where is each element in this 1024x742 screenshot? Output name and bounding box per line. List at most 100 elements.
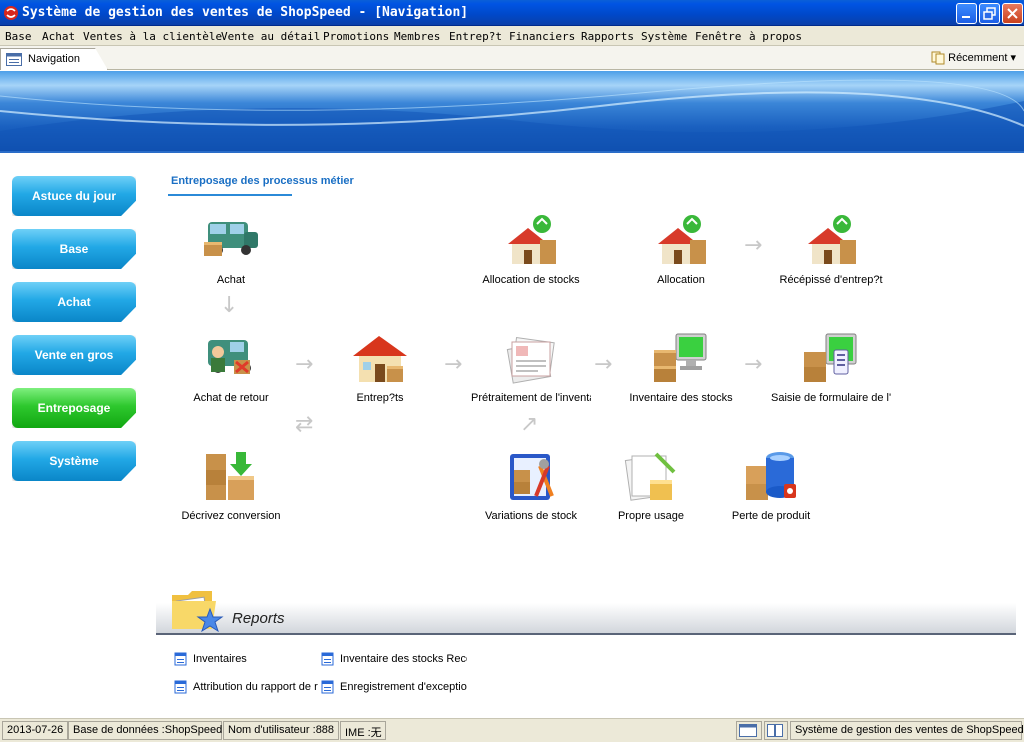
close-button[interactable] [1002, 3, 1023, 24]
tab-strip: Navigation Récemment ▾ [0, 46, 1024, 70]
menu-promotions[interactable]: Promotions [323, 30, 389, 43]
node-inventaire-stocks[interactable]: Inventaire des stocks [621, 330, 741, 404]
report-link-label: Attribution du rapport de requête [193, 680, 318, 693]
report-link-inventaires[interactable]: Inventaires [174, 652, 304, 666]
split-view-icon [767, 724, 783, 737]
app-logo-icon [4, 6, 18, 20]
node-pretraitement-inventaire[interactable]: Prétraitement de l'inventaire [471, 330, 591, 404]
node-saisie-formulaire-inventaire-label: Saisie de formulaire de l'inventaire [771, 392, 891, 404]
menu-entrepot[interactable]: Entrep?t [449, 30, 502, 43]
computer-form-icon [804, 333, 857, 382]
restore-icon [983, 7, 996, 20]
status-bar: 2013-07-26 Base de données :ShopSpeed No… [0, 718, 1024, 742]
flow-arrow-right: → [744, 352, 763, 377]
status-layout-button[interactable] [736, 721, 762, 740]
node-saisie-formulaire-inventaire[interactable]: Saisie de formulaire de l'inventaire [771, 330, 891, 404]
node-entrepots[interactable]: Entrep?ts [320, 330, 440, 404]
node-achat-label: Achat [216, 274, 246, 286]
menu-vente-detail[interactable]: Vente au détail [221, 30, 320, 43]
restore-button[interactable] [979, 3, 1000, 24]
menu-financiers[interactable]: Financiers [509, 30, 575, 43]
menu-bar: Base Achat Ventes à la clientèle Vente a… [0, 26, 1024, 46]
node-variations-stock[interactable]: Variations de stock [471, 448, 591, 522]
truck-icon [204, 222, 258, 256]
minimize-icon [962, 16, 970, 18]
computer-boxes-icon [654, 333, 707, 382]
status-user: Nom d'utilisateur :888 [223, 721, 339, 740]
report-link-inventaire-stocks-record[interactable]: Inventaire des stocks Record [321, 652, 467, 666]
minimize-button[interactable] [956, 3, 977, 24]
node-decrivez-conversion[interactable]: Décrivez conversion [171, 448, 291, 522]
house-recycle-icon [808, 215, 856, 264]
report-document-icon [321, 652, 334, 666]
sidebar-item-base[interactable]: Base [12, 229, 136, 269]
node-perte-produit[interactable]: Perte de produit [711, 448, 831, 522]
window-layout-icon [739, 724, 757, 737]
node-allocation-stocks[interactable]: Allocation de stocks [471, 212, 591, 286]
recent-label: Récemment ▾ [948, 52, 1016, 64]
recent-dropdown[interactable]: Récemment ▾ [931, 51, 1016, 65]
node-decrivez-conversion-label: Décrivez conversion [181, 510, 281, 522]
menu-base[interactable]: Base [5, 30, 32, 43]
recent-pages-icon [931, 51, 945, 65]
node-achat-retour[interactable]: Achat de retour [171, 330, 291, 404]
node-allocation[interactable]: Allocation [621, 212, 741, 286]
status-date: 2013-07-26 [2, 721, 68, 740]
menu-systeme[interactable]: Système [641, 30, 687, 43]
node-allocation-stocks-label: Allocation de stocks [482, 274, 580, 286]
menu-achat[interactable]: Achat [42, 30, 75, 43]
tools-boxes-icon [510, 454, 554, 500]
reports-title: Reports [232, 610, 285, 627]
window-list-icon [6, 53, 22, 66]
node-recepisse-entrepot[interactable]: Récépissé d'entrep?t [771, 212, 891, 286]
sidebar-item-astuce-du-jour[interactable]: Astuce du jour [12, 176, 136, 216]
section-underline [168, 194, 292, 196]
sidebar-item-entreposage[interactable]: Entreposage [12, 388, 136, 428]
section-title: Entreposage des processus métier [171, 175, 354, 187]
node-achat-retour-label: Achat de retour [193, 392, 269, 404]
flow-arrow-swap: ⇄ [295, 412, 314, 437]
flow-arrow-right: → [594, 352, 613, 377]
house-recycle-icon [508, 215, 556, 264]
menu-fenetre[interactable]: Fenêtre [695, 30, 741, 43]
node-propre-usage[interactable]: Propre usage [591, 448, 711, 522]
flow-arrow-down: ↓ [220, 293, 239, 318]
sidebar-item-achat[interactable]: Achat [12, 282, 136, 322]
report-link-enregistrement-exception[interactable]: Enregistrement d'exception [321, 680, 467, 694]
report-document-icon [321, 680, 334, 694]
status-split-button[interactable] [764, 721, 788, 740]
node-recepisse-entrepot-label: Récépissé d'entrep?t [779, 274, 883, 286]
node-pretraitement-inventaire-label: Prétraitement de l'inventaire [471, 392, 591, 404]
flow-arrow-right: → [295, 352, 314, 377]
window-title: Système de gestion des ventes de ShopSpe… [22, 5, 469, 20]
banner-wave-graphic [0, 79, 1024, 151]
paper-pen-box-icon [624, 452, 676, 501]
report-link-label: Inventaires [193, 652, 247, 665]
boxes-download-icon [206, 452, 254, 500]
report-document-icon [174, 652, 187, 666]
folder-star-icon [172, 591, 224, 633]
node-achat[interactable]: Achat [171, 212, 291, 286]
report-link-attribution-rapport[interactable]: Attribution du rapport de requête [174, 680, 318, 694]
report-link-label: Inventaire des stocks Record [340, 652, 467, 665]
node-perte-produit-label: Perte de produit [731, 510, 811, 522]
close-icon [1007, 8, 1018, 19]
sidebar-item-systeme[interactable]: Système [12, 441, 136, 481]
sidebar-item-vente-en-gros[interactable]: Vente en gros [12, 335, 136, 375]
menu-membres[interactable]: Membres [394, 30, 440, 43]
status-app-name: Système de gestion des ventes de ShopSpe… [790, 721, 1024, 740]
status-database: Base de données :ShopSpeed [68, 721, 222, 740]
menu-rapports[interactable]: Rapports [581, 30, 634, 43]
flow-arrow-right: → [744, 233, 763, 258]
node-variations-stock-label: Variations de stock [484, 510, 578, 522]
documents-stack-icon [506, 336, 555, 384]
tab-navigation[interactable]: Navigation [0, 48, 108, 70]
report-document-icon [174, 680, 187, 694]
menu-ventes-clientele[interactable]: Ventes à la clientèle [83, 30, 222, 43]
node-inventaire-stocks-label: Inventaire des stocks [629, 392, 733, 404]
report-link-label: Enregistrement d'exception [340, 680, 467, 693]
status-ime: IME :无 [340, 721, 386, 740]
flow-arrow-right: → [444, 352, 463, 377]
menu-a-propos[interactable]: à propos [749, 30, 802, 43]
flow-arrow-up-right: ↗ [520, 412, 539, 437]
